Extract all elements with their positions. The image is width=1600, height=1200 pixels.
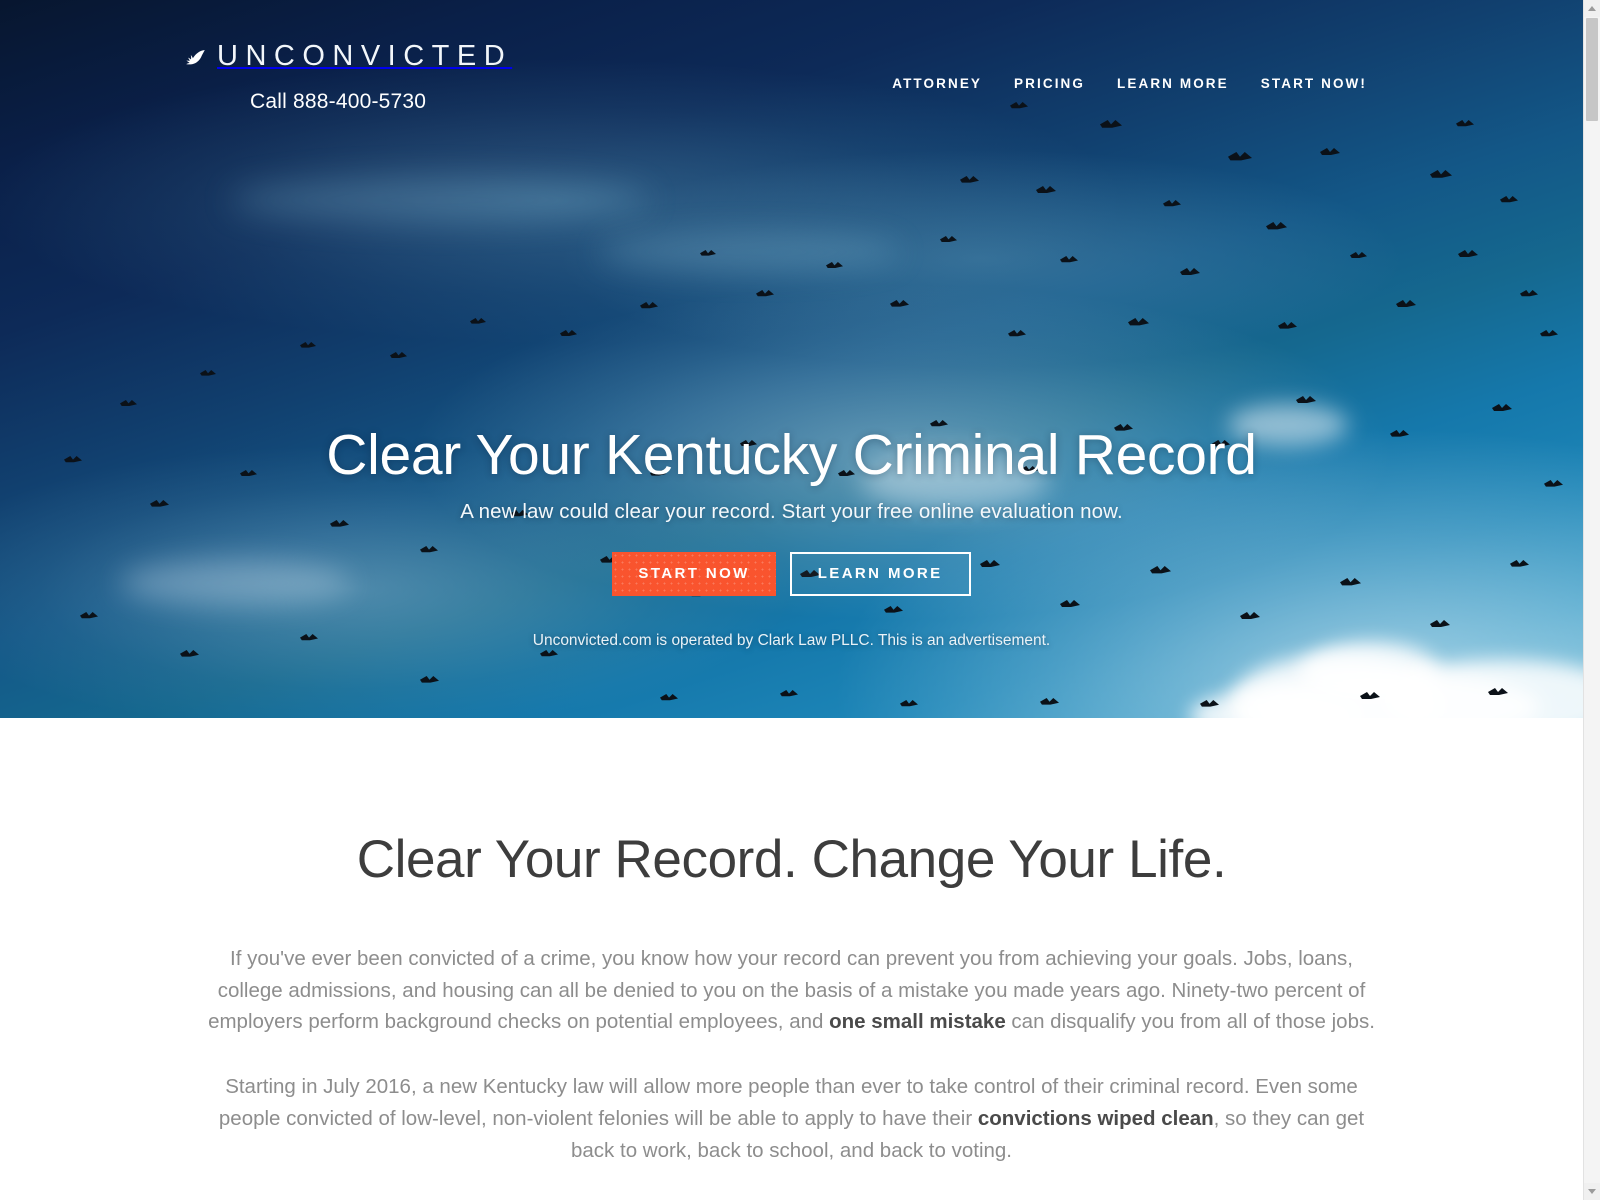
phone-number[interactable]: Call 888-400-5730 bbox=[250, 90, 426, 114]
paragraph-one: If you've ever been convicted of a crime… bbox=[202, 943, 1382, 1038]
hero-cta-group: START NOW LEARN MORE bbox=[0, 551, 1583, 596]
intro-container: Clear Your Record. Change Your Life. If … bbox=[202, 830, 1382, 1167]
paragraph-two: Starting in July 2016, a new Kentucky la… bbox=[202, 1071, 1382, 1166]
scroll-down-arrow-icon bbox=[1588, 1189, 1596, 1194]
scrollbar-thumb[interactable] bbox=[1586, 18, 1598, 121]
intro-section: Clear Your Record. Change Your Life. If … bbox=[0, 718, 1583, 1167]
section-body: If you've ever been convicted of a crime… bbox=[202, 943, 1382, 1167]
main-navigation: ATTORNEY PRICING LEARN MORE START NOW! bbox=[876, 70, 1383, 97]
site-header: UNCONVICTED Call 888-400-5730 ATTORNEY P… bbox=[0, 0, 1583, 130]
brand-logo[interactable]: UNCONVICTED bbox=[182, 42, 512, 71]
nav-item-start-now[interactable]: START NOW! bbox=[1245, 70, 1383, 97]
hero-headline: Clear Your Kentucky Criminal Record bbox=[326, 423, 1257, 487]
hero-disclaimer: Unconvicted.com is operated by Clark Law… bbox=[532, 631, 1051, 649]
paragraph-one-emphasis: one small mistake bbox=[829, 1010, 1006, 1034]
brand-name: UNCONVICTED bbox=[217, 40, 513, 72]
nav-item-pricing[interactable]: PRICING bbox=[998, 70, 1101, 97]
learn-more-button[interactable]: LEARN MORE bbox=[789, 551, 971, 596]
page-scrollbar[interactable] bbox=[1583, 0, 1600, 1200]
paragraph-one-tail: can disqualify you from all of those job… bbox=[1005, 1010, 1375, 1034]
hero-subheadline: A new law could clear your record. Start… bbox=[460, 499, 1123, 523]
page-root: UNCONVICTED Call 888-400-5730 ATTORNEY P… bbox=[0, 0, 1583, 1200]
paragraph-two-emphasis: convictions wiped clean bbox=[977, 1107, 1214, 1130]
scrollbar-down-button[interactable] bbox=[1584, 1183, 1600, 1200]
hero-content-wrapper: UNCONVICTED Call 888-400-5730 ATTORNEY P… bbox=[0, 0, 1583, 718]
section-heading: Clear Your Record. Change Your Life. bbox=[356, 830, 1227, 889]
scroll-up-arrow-icon bbox=[1588, 6, 1596, 11]
browser-viewport: UNCONVICTED Call 888-400-5730 ATTORNEY P… bbox=[0, 0, 1600, 1200]
scrollbar-up-button[interactable] bbox=[1584, 0, 1600, 17]
start-now-button[interactable]: START NOW bbox=[612, 551, 776, 596]
hero-section: UNCONVICTED Call 888-400-5730 ATTORNEY P… bbox=[0, 0, 1583, 718]
bird-icon bbox=[186, 49, 205, 64]
nav-item-attorney[interactable]: ATTORNEY bbox=[876, 70, 998, 97]
nav-item-learn-more[interactable]: LEARN MORE bbox=[1101, 70, 1245, 97]
hero-copy: Clear Your Kentucky Criminal Record A ne… bbox=[0, 424, 1583, 650]
